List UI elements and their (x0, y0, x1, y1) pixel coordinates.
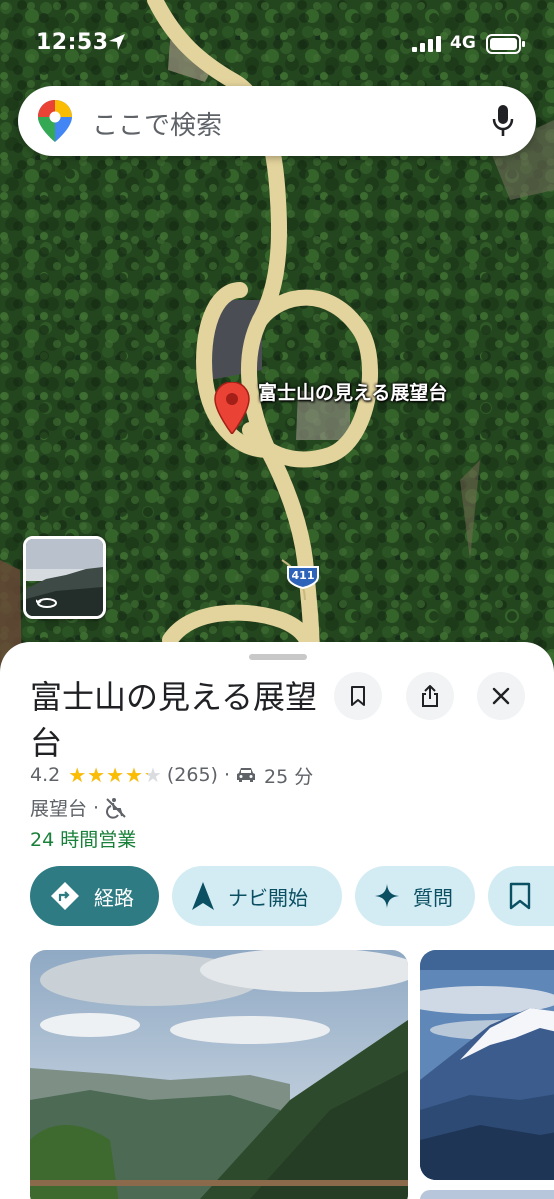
drive-time: 25 分 (264, 765, 314, 788)
network-type: 4G (450, 33, 476, 53)
place-title: 富士山の見える展望台 (30, 678, 318, 762)
maps-logo-icon (38, 100, 72, 142)
place-photo-partial[interactable] (420, 1190, 554, 1199)
ask-button[interactable]: 質問 (355, 866, 475, 926)
street-view-thumbnail[interactable] (23, 536, 106, 619)
route-shield: 411 (286, 565, 320, 589)
ask-label: 質問 (413, 885, 453, 910)
navigation-arrow-icon (192, 882, 214, 910)
rating-row[interactable]: 4.2 ★★★★★ ★★★★★ (265) · 25 分 (30, 762, 313, 788)
sheet-drag-handle[interactable] (249, 654, 307, 660)
map-view[interactable]: 12:53 4G ここで検索 富士山の見える展望台 411 (0, 0, 554, 680)
place-sheet: 富士山の見える展望台 4.2 ★★★★★ ★★★★★ (265) · 25 分 … (0, 642, 554, 1199)
map-place-label[interactable]: 富士山の見える展望台 (258, 380, 448, 406)
place-photo-fuji[interactable] (420, 950, 554, 1180)
rating-value: 4.2 (30, 764, 61, 786)
microphone-icon[interactable] (492, 105, 514, 137)
bookmark-icon (508, 882, 532, 910)
bookmark-icon (351, 686, 365, 706)
street-view-360-icon (36, 597, 58, 609)
battery-icon (486, 34, 526, 54)
share-button[interactable] (406, 672, 454, 720)
directions-button[interactable]: 経路 (30, 866, 159, 926)
share-icon (422, 685, 438, 707)
save-button[interactable] (334, 672, 382, 720)
category-row: 展望台 · (30, 794, 127, 821)
status-bar: 12:53 4G (0, 0, 554, 88)
save-chip[interactable] (488, 866, 554, 926)
opening-hours[interactable]: 24 時間営業 (30, 825, 136, 852)
search-bar[interactable]: ここで検索 (18, 86, 536, 156)
close-icon (492, 687, 510, 705)
place-category: 展望台 (30, 798, 88, 820)
signal-bars-icon (412, 36, 442, 52)
review-count[interactable]: (265) (167, 764, 218, 786)
separator: · (93, 796, 100, 819)
directions-icon (50, 881, 80, 911)
place-photo[interactable] (30, 950, 408, 1199)
start-navigation-button[interactable]: ナビ開始 (172, 866, 342, 926)
place-marker-icon[interactable] (214, 382, 250, 434)
close-button[interactable] (477, 672, 525, 720)
star-rating: ★★★★★ ★★★★★ (68, 763, 163, 787)
directions-label: 経路 (94, 885, 134, 910)
separator: · (223, 764, 231, 786)
status-time: 12:53 (36, 30, 109, 55)
start-navigation-label: ナビ開始 (228, 885, 308, 910)
search-input[interactable]: ここで検索 (92, 105, 222, 142)
not-wheelchair-accessible-icon (105, 797, 127, 819)
car-icon (236, 767, 256, 783)
sparkle-icon (375, 884, 399, 908)
location-arrow-icon (108, 33, 126, 51)
route-number: 411 (291, 569, 315, 582)
